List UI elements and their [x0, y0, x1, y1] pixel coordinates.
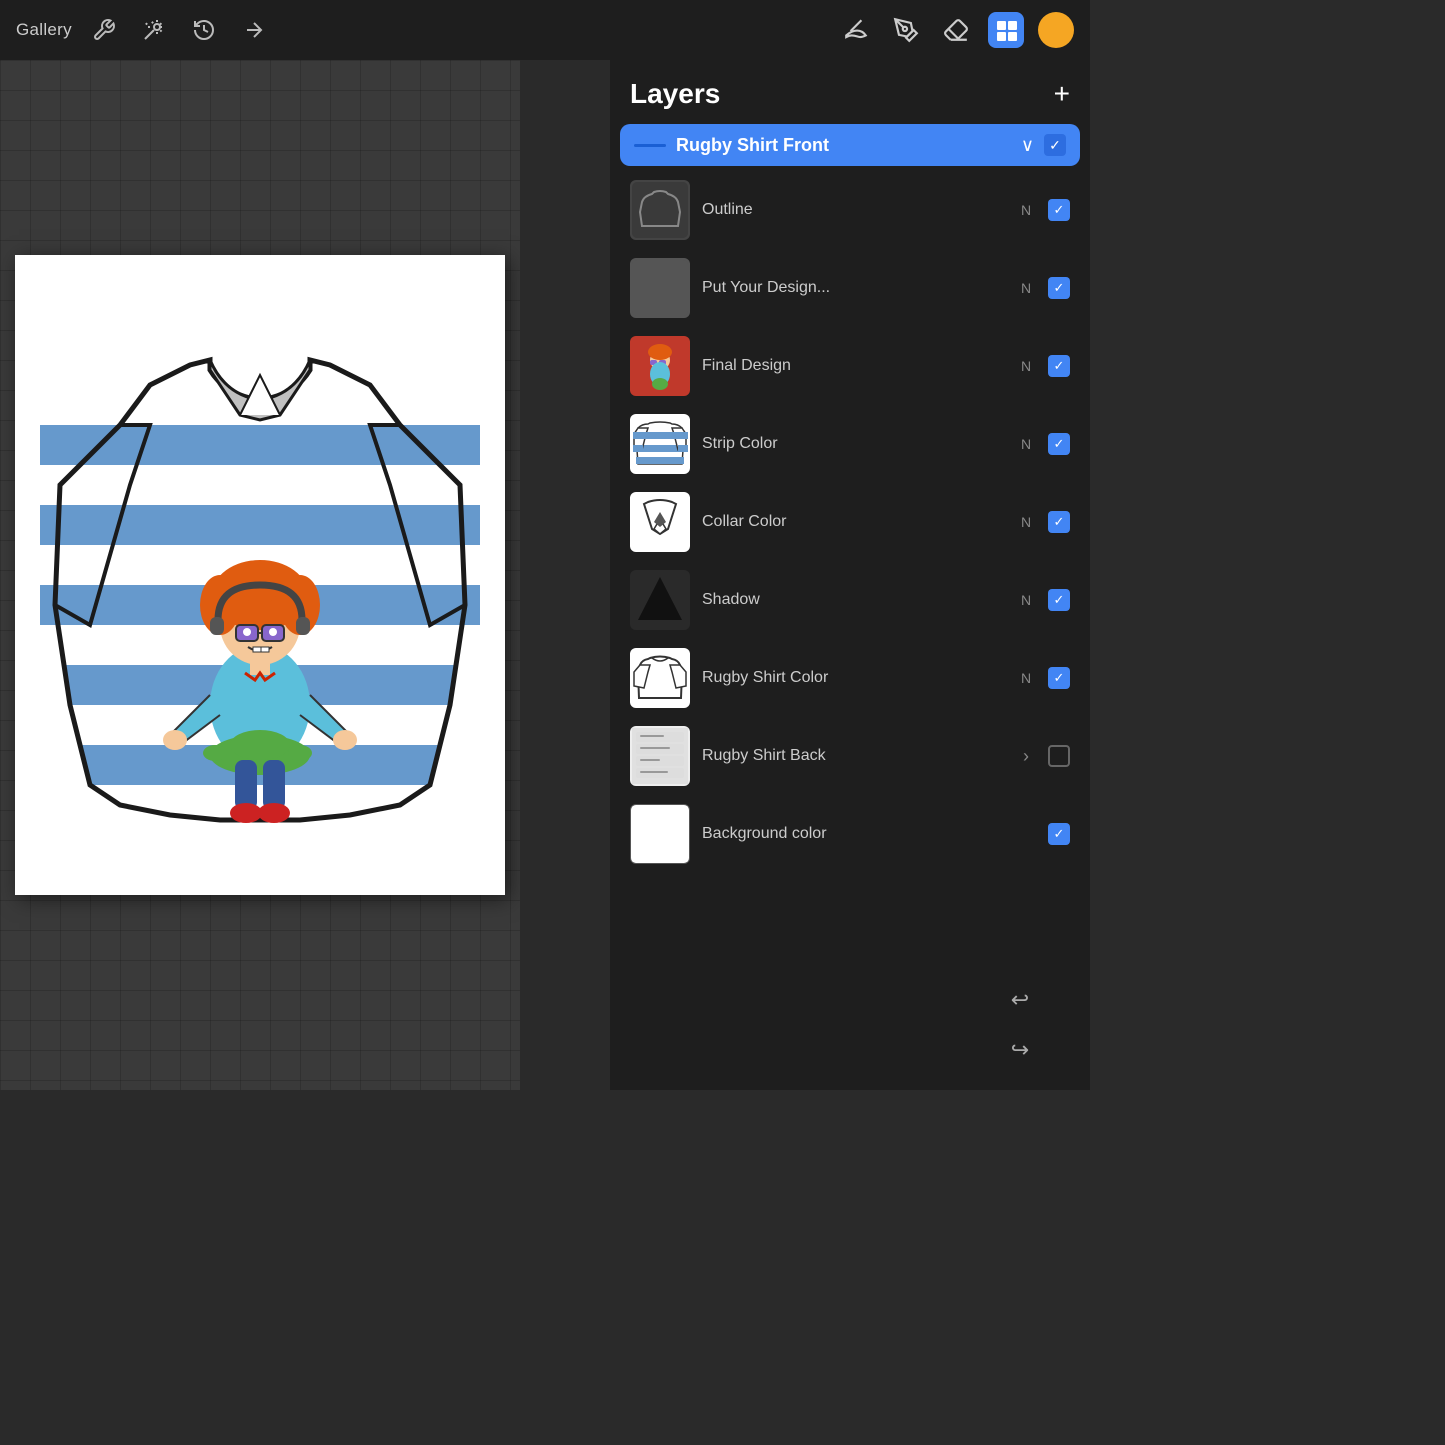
- layer-label-put-design: Put Your Design...: [702, 279, 1004, 297]
- layer-label-strip-color: Strip Color: [702, 435, 1004, 453]
- layer-check-shadow[interactable]: ✓: [1048, 589, 1070, 611]
- canvas-area: [0, 60, 520, 1090]
- magic-button[interactable]: [136, 12, 172, 48]
- user-avatar[interactable]: [1038, 12, 1074, 48]
- layer-thumb-rugby-shirt-back: [630, 726, 690, 786]
- active-group-label: Rugby Shirt Front: [676, 135, 1011, 156]
- layer-label-rugby-shirt-back: Rugby Shirt Back: [702, 747, 1004, 765]
- layer-item-background-color[interactable]: Background color ✓: [620, 796, 1080, 872]
- layer-item-outline[interactable]: Outline N ✓: [620, 172, 1080, 248]
- layer-thumb-put-design: [630, 258, 690, 318]
- undo-button[interactable]: ↩: [1000, 980, 1040, 1020]
- shirt-illustration: [40, 285, 480, 865]
- layer-mode-collar-color: N: [1016, 514, 1036, 530]
- layer-thumb-collar-color: [630, 492, 690, 552]
- layers-title: Layers: [630, 78, 720, 110]
- layer-mode-outline: N: [1016, 202, 1036, 218]
- layer-label-final-design: Final Design: [702, 357, 1004, 375]
- layer-check-rugby-shirt-back[interactable]: [1048, 745, 1070, 767]
- layer-check-outline[interactable]: ✓: [1048, 199, 1070, 221]
- layer-item-final-design[interactable]: Final Design N ✓: [620, 328, 1080, 404]
- layer-thumb-shadow: [630, 570, 690, 630]
- history-button[interactable]: [186, 12, 222, 48]
- layer-label-background-color: Background color: [702, 825, 1004, 843]
- layer-thumb-outline: [630, 180, 690, 240]
- layer-check-put-design[interactable]: ✓: [1048, 277, 1070, 299]
- layers-panel: Layers + Rugby Shirt Front ∨ ✓ Outline N…: [610, 60, 1090, 1090]
- canvas-paper: [15, 255, 505, 895]
- active-group-checkbox[interactable]: ✓: [1044, 134, 1066, 156]
- layer-label-rugby-shirt-color: Rugby Shirt Color: [702, 669, 1004, 687]
- layer-item-collar-color[interactable]: Collar Color N ✓: [620, 484, 1080, 560]
- layer-mode-rugby-shirt-color: N: [1016, 670, 1036, 686]
- eraser-button[interactable]: [938, 12, 974, 48]
- layer-mode-put-design: N: [1016, 280, 1036, 296]
- group-line-indicator: [634, 144, 666, 147]
- brush-button[interactable]: [838, 12, 874, 48]
- layer-check-rugby-shirt-color[interactable]: ✓: [1048, 667, 1070, 689]
- layer-thumb-final-design: [630, 336, 690, 396]
- layer-thumb-strip-color: [630, 414, 690, 474]
- chevron-down-icon: ∨: [1021, 135, 1034, 156]
- layer-label-collar-color: Collar Color: [702, 513, 1004, 531]
- layer-thumb-background-color: [630, 804, 690, 864]
- toolbar: Gallery: [0, 0, 1090, 60]
- layers-list: Outline N ✓ Put Your Design... N ✓: [610, 168, 1090, 1090]
- layer-mode-strip-color: N: [1016, 436, 1036, 452]
- layer-mode-final-design: N: [1016, 358, 1036, 374]
- chevron-right-icon: ›: [1016, 746, 1036, 767]
- layer-check-collar-color[interactable]: ✓: [1048, 511, 1070, 533]
- active-group-rugby-shirt-front[interactable]: Rugby Shirt Front ∨ ✓: [620, 124, 1080, 166]
- add-layer-button[interactable]: +: [1054, 80, 1070, 108]
- layer-check-background-color[interactable]: ✓: [1048, 823, 1070, 845]
- layers-button[interactable]: [988, 12, 1024, 48]
- layer-label-shadow: Shadow: [702, 591, 1004, 609]
- layer-thumb-rugby-shirt-color: [630, 648, 690, 708]
- toolbar-left: Gallery: [16, 12, 272, 48]
- arrow-button[interactable]: [236, 12, 272, 48]
- layer-mode-shadow: N: [1016, 592, 1036, 608]
- layer-item-shadow[interactable]: Shadow N ✓: [620, 562, 1080, 638]
- layer-item-rugby-shirt-color[interactable]: Rugby Shirt Color N ✓: [620, 640, 1080, 716]
- layer-item-rugby-shirt-back[interactable]: Rugby Shirt Back ›: [620, 718, 1080, 794]
- layer-item-put-design[interactable]: Put Your Design... N ✓: [620, 250, 1080, 326]
- layer-label-outline: Outline: [702, 201, 1004, 219]
- gallery-button[interactable]: Gallery: [16, 20, 72, 40]
- toolbar-right: [838, 12, 1074, 48]
- layers-header: Layers +: [610, 60, 1090, 124]
- layer-check-strip-color[interactable]: ✓: [1048, 433, 1070, 455]
- layer-item-strip-color[interactable]: Strip Color N ✓: [620, 406, 1080, 482]
- redo-button[interactable]: ↪: [1000, 1030, 1040, 1070]
- wrench-button[interactable]: [86, 12, 122, 48]
- undo-redo-group: ↩ ↪: [1000, 980, 1040, 1070]
- layer-check-final-design[interactable]: ✓: [1048, 355, 1070, 377]
- pen-button[interactable]: [888, 12, 924, 48]
